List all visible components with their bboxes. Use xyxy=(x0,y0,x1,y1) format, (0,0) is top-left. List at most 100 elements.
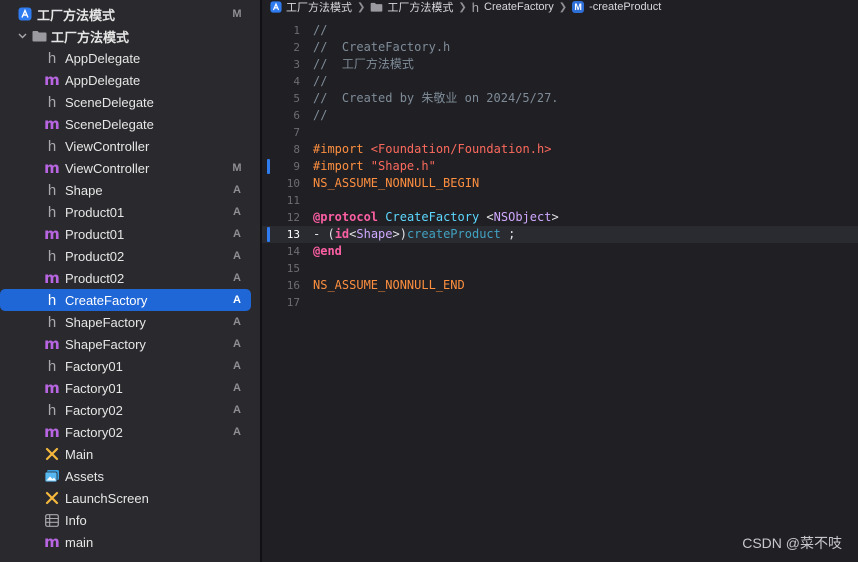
file-name: ViewController xyxy=(65,138,150,154)
file-row[interactable]: h AppDelegate xyxy=(0,47,260,69)
source-control-status-badge: A xyxy=(233,184,241,196)
line-number: 1 xyxy=(293,24,300,37)
file-row[interactable]: h Factory02 A xyxy=(0,399,260,421)
file-name: SceneDelegate xyxy=(65,94,154,110)
file-name: Shape xyxy=(65,182,103,198)
file-row[interactable]: h ShapeFactory A xyxy=(0,311,260,333)
file-row[interactable]: h Product01 A xyxy=(0,201,260,223)
file-row[interactable]: m Factory02 A xyxy=(0,421,260,443)
code-token: "Shape.h" xyxy=(370,159,436,173)
code-token: // 工厂方法模式 xyxy=(313,57,414,71)
code-line[interactable]: 4 // xyxy=(262,73,858,90)
file-name: Factory01 xyxy=(65,380,123,396)
implementation-file-icon: m xyxy=(44,115,60,133)
line-number: 7 xyxy=(293,126,300,139)
line-number: 10 xyxy=(286,177,300,190)
file-row[interactable]: h Shape A xyxy=(0,179,260,201)
file-name: AppDelegate xyxy=(65,50,141,66)
code-line[interactable]: 3 // 工厂方法模式 xyxy=(262,56,858,73)
header-file-icon: h xyxy=(47,181,57,199)
code-token: >) xyxy=(392,227,407,241)
jump-bar: 工厂方法模式 ❯ 工厂方法模式 ❯ h CreateFactory ❯ M -c… xyxy=(262,0,858,15)
line-number: 9 xyxy=(293,160,300,173)
source-control-status-badge: A xyxy=(233,250,241,262)
source-control-status-badge: A xyxy=(233,338,241,350)
xcode-project-icon xyxy=(17,3,33,25)
code-line[interactable]: 12 @protocol CreateFactory <NSObject> xyxy=(262,209,858,226)
file-name: SceneDelegate xyxy=(65,116,154,132)
file-row[interactable]: h ViewController xyxy=(0,135,260,157)
file-row[interactable]: h Product02 A xyxy=(0,245,260,267)
file-row[interactable]: Assets xyxy=(0,465,260,487)
code-token: ; xyxy=(500,227,516,241)
file-name: Product02 xyxy=(65,270,125,286)
jumpbar-folder[interactable]: 工厂方法模式 xyxy=(370,0,453,15)
jumpbar-file-label: CreateFactory xyxy=(484,1,554,13)
file-row[interactable]: m ShapeFactory A xyxy=(0,333,260,355)
code-line[interactable]: 15 xyxy=(262,260,858,277)
code-line[interactable]: 13 - (id<Shape>)createProduct ; xyxy=(262,226,858,243)
code-line[interactable]: 16 NS_ASSUME_NONNULL_END xyxy=(262,277,858,294)
chevron-right-icon: ❯ xyxy=(558,1,568,13)
code-line[interactable]: 11 xyxy=(262,192,858,209)
code-editor[interactable]: 工厂方法模式 ❯ 工厂方法模式 ❯ h CreateFactory ❯ M -c… xyxy=(262,0,858,562)
code-line[interactable]: 10 NS_ASSUME_NONNULL_BEGIN xyxy=(262,175,858,192)
source-control-status-badge: A xyxy=(233,228,241,240)
code-line[interactable]: 6 // xyxy=(262,107,858,124)
header-file-icon: h xyxy=(47,291,57,309)
code-line[interactable]: 5 // Created by 朱敬业 on 2024/5/27. xyxy=(262,90,858,107)
file-name: Product01 xyxy=(65,226,125,242)
jumpbar-file[interactable]: h CreateFactory xyxy=(472,0,554,15)
line-number: 4 xyxy=(293,75,300,88)
file-row[interactable]: Info xyxy=(0,509,260,531)
code-token: #import xyxy=(313,159,371,173)
line-number: 14 xyxy=(286,245,300,258)
file-row[interactable]: m Product01 A xyxy=(0,223,260,245)
file-row[interactable]: m SceneDelegate xyxy=(0,113,260,135)
line-text: // Created by 朱敬业 on 2024/5/27. xyxy=(313,90,559,107)
file-row[interactable]: m Product02 A xyxy=(0,267,260,289)
line-number: 17 xyxy=(286,296,300,309)
header-file-icon: h xyxy=(47,93,57,111)
code-line[interactable]: 8 #import <Foundation/Foundation.h> xyxy=(262,141,858,158)
folder-icon xyxy=(371,2,383,12)
file-row[interactable]: h CreateFactory A xyxy=(0,289,260,311)
line-number: 16 xyxy=(286,279,300,292)
source-control-status-badge: A xyxy=(233,294,241,306)
file-row[interactable]: m main xyxy=(0,531,260,553)
file-name: Assets xyxy=(65,468,105,484)
code-token: id xyxy=(334,227,350,241)
code-token: <Foundation/Foundation.h> xyxy=(370,142,552,156)
file-row[interactable]: h Factory01 A xyxy=(0,355,260,377)
file-row[interactable]: m AppDelegate xyxy=(0,69,260,91)
file-name: ShapeFactory xyxy=(65,336,146,352)
jumpbar-method-label: -createProduct xyxy=(589,1,662,13)
xcode-project-icon xyxy=(270,1,282,13)
chevron-down-icon[interactable] xyxy=(16,25,28,47)
project-navigator: 工厂方法模式 M 工厂方法模式 h AppDelegate m AppDelegate… xyxy=(0,0,260,562)
code-line[interactable]: 2 // CreateFactory.h xyxy=(262,39,858,56)
file-row[interactable]: m Factory01 A xyxy=(0,377,260,399)
file-row[interactable]: m ViewController M xyxy=(0,157,260,179)
code-line[interactable]: 1 // xyxy=(262,22,858,39)
folder-icon xyxy=(31,25,47,47)
line-number: 3 xyxy=(293,58,300,71)
line-number: 8 xyxy=(293,143,300,156)
jumpbar-method[interactable]: M -createProduct xyxy=(572,1,661,13)
code-line[interactable]: 7 xyxy=(262,124,858,141)
project-row[interactable]: 工厂方法模式 M xyxy=(0,3,260,25)
file-row[interactable]: Main xyxy=(0,443,260,465)
line-text: NS_ASSUME_NONNULL_END xyxy=(313,277,465,294)
code-token: // Created by 朱敬业 on 2024/5/27. xyxy=(313,91,559,105)
jumpbar-project[interactable]: 工厂方法模式 xyxy=(270,0,352,15)
code-line[interactable]: 9 #import "Shape.h" xyxy=(262,158,858,175)
code-line[interactable]: 14 @end xyxy=(262,243,858,260)
method-icon: M xyxy=(572,1,585,13)
code-line[interactable]: 17 xyxy=(262,294,858,311)
code-token: Shape xyxy=(356,227,393,241)
storyboard-icon xyxy=(44,443,60,465)
file-row[interactable]: LaunchScreen xyxy=(0,487,260,509)
file-row[interactable]: h SceneDelegate xyxy=(0,91,260,113)
group-row[interactable]: 工厂方法模式 xyxy=(0,25,260,47)
group-name: 工厂方法模式 xyxy=(51,29,130,45)
